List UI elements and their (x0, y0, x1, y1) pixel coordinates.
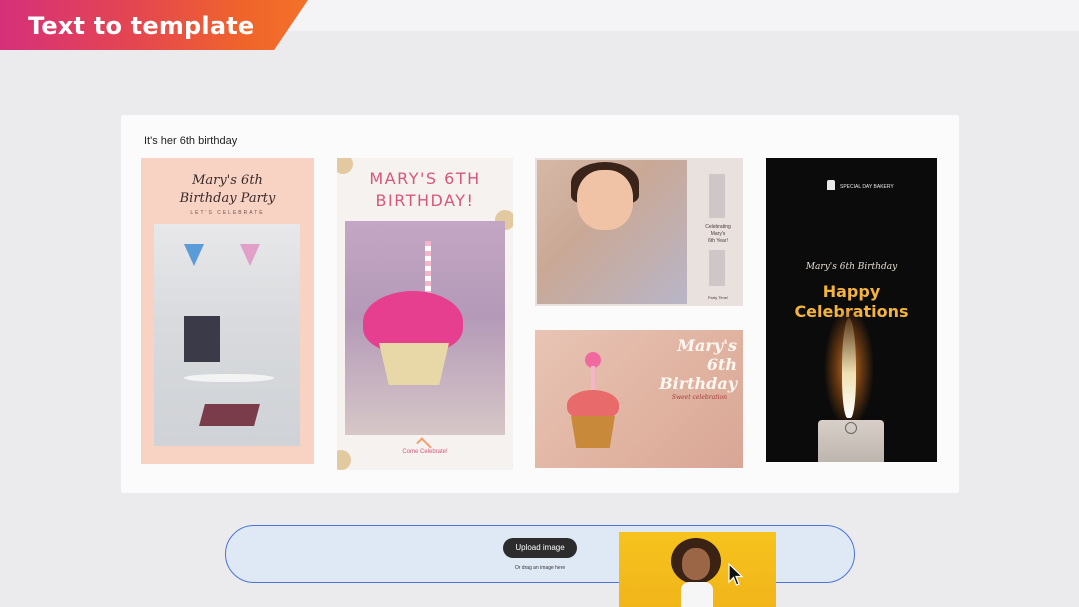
card-title-line: MARY'S 6TH (369, 169, 481, 188)
frosting (567, 390, 619, 420)
dragged-image-thumbnail[interactable] (619, 532, 776, 607)
card-text-line: Celebrating (705, 224, 731, 230)
card-text-line: 6th Year! (708, 238, 728, 244)
template-card-candle[interactable]: SPECIAL DAY BAKERY Mary's 6th Birthday H… (766, 158, 937, 462)
child-face (682, 548, 710, 580)
bakery-logo-icon (827, 180, 835, 190)
card-text: Celebrating Mary's 6th Year! (693, 224, 743, 245)
card-title: MARY'S 6TH BIRTHDAY! (337, 168, 513, 212)
card-footer: Party Time! (707, 295, 729, 300)
cake-photo (154, 224, 300, 446)
child-shirt (681, 582, 713, 607)
decor-strip (709, 250, 725, 286)
card-script: Mary's 6th Birthday (805, 262, 898, 272)
card-subtitle: Sweet celebration (671, 394, 727, 401)
candle (591, 366, 595, 392)
cupcake-photo (345, 221, 505, 435)
bunting-flag (240, 244, 260, 266)
child-photo (537, 160, 687, 304)
card-title-line: BIRTHDAY! (375, 191, 475, 210)
banner-title: Text to template (28, 12, 255, 40)
card-title: Mary's 6th Birthday Party (141, 172, 314, 208)
card-title-line: Birthday Party (179, 191, 276, 206)
card-title-line: Mary's 6th (192, 173, 263, 188)
wick-icon (845, 422, 857, 434)
candle-flame (842, 318, 856, 418)
card-title-line: Mary's (677, 336, 737, 355)
template-card-toddler[interactable]: Celebrating Mary's 6th Year! Party Time! (535, 158, 743, 306)
card-title: Mary's 6th Birthday (659, 336, 737, 393)
prompt-text: It's her 6th birthday (144, 135, 238, 147)
template-card-cupcake[interactable]: MARY'S 6TH BIRTHDAY! Come Celebrate! (337, 158, 513, 470)
cake-slice (199, 404, 260, 426)
candle (425, 241, 431, 293)
card-text-line: Mary's (710, 231, 726, 237)
card-title-line: Birthday (659, 374, 737, 393)
upload-hint: Or drag an image here (514, 565, 566, 571)
template-results-panel: It's her 6th birthday Mary's 6th Birthda… (121, 115, 959, 493)
cupcake-liner (379, 343, 449, 385)
upload-image-button[interactable]: Upload image (503, 538, 577, 558)
mouse-pointer-icon (728, 563, 744, 586)
template-card-birthday-cupcake[interactable]: Mary's 6th Birthday Sweet celebration (535, 330, 743, 468)
decor-strip (709, 174, 725, 218)
card-title-line: 6th (706, 355, 737, 374)
cupcake-liner (571, 416, 615, 448)
cake-stand (184, 374, 274, 382)
card-headline-line: Happy (822, 282, 881, 301)
child-face (577, 170, 633, 230)
card-subtitle: LET'S CELEBRATE (190, 210, 265, 216)
cake-slice (184, 316, 220, 362)
bunting-flag (184, 244, 204, 266)
template-card-party[interactable]: Mary's 6th Birthday Party LET'S CELEBRAT… (141, 158, 314, 464)
brand-name: SPECIAL DAY BAKERY (840, 184, 894, 190)
card-footer: Come Celebrate! (402, 449, 448, 455)
